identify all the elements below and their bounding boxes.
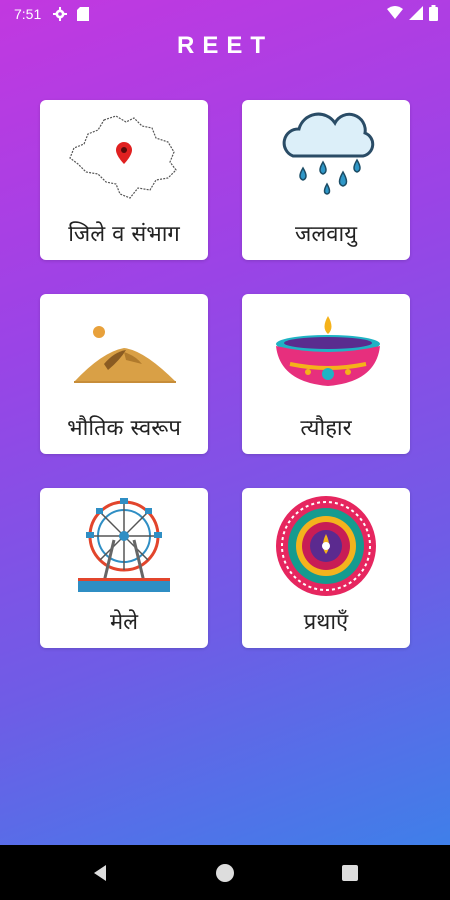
rajasthan-map-icon	[69, 115, 177, 199]
desert-dunes-icon	[74, 326, 176, 383]
app-title: REET	[176, 32, 273, 59]
back-icon[interactable]	[88, 861, 112, 885]
status-bar: 7:51	[0, 0, 450, 28]
battery-icon	[429, 5, 438, 21]
rain-cloud-icon	[282, 112, 375, 195]
card-fairs[interactable]: मेले	[40, 488, 208, 648]
card-label: भौतिक स्वरूप	[67, 416, 181, 441]
app-screen: 7:51 REET जिले व संभाग जलवायु भौतिक स्वर…	[0, 0, 450, 845]
card-label: मेले	[109, 610, 139, 635]
category-grid: जिले व संभाग जलवायु भौतिक स्वरूप त्यौहार…	[40, 100, 410, 648]
card-label: जलवायु	[295, 222, 357, 247]
ferris-wheel-icon	[78, 498, 170, 592]
gear-icon	[53, 7, 68, 21]
recents-icon[interactable]	[338, 861, 362, 885]
sd-card-icon	[77, 7, 90, 21]
card-districts[interactable]: जिले व संभाग	[40, 100, 208, 260]
card-customs[interactable]: प्रथाएँ	[242, 488, 410, 648]
card-climate[interactable]: जलवायु	[242, 100, 410, 260]
home-icon[interactable]	[213, 861, 237, 885]
card-label: त्यौहार	[300, 416, 352, 441]
card-physical-features[interactable]: भौतिक स्वरूप	[40, 294, 208, 454]
rangoli-icon	[276, 496, 376, 596]
card-festivals[interactable]: त्यौहार	[242, 294, 410, 454]
system-nav-bar	[0, 845, 450, 900]
diya-lamp-icon	[276, 316, 380, 386]
status-time: 7:51	[14, 6, 42, 22]
signal-icon	[409, 6, 423, 20]
wifi-icon	[387, 6, 403, 19]
card-label: जिले व संभाग	[68, 222, 180, 247]
card-label: प्रथाएँ	[303, 610, 349, 635]
